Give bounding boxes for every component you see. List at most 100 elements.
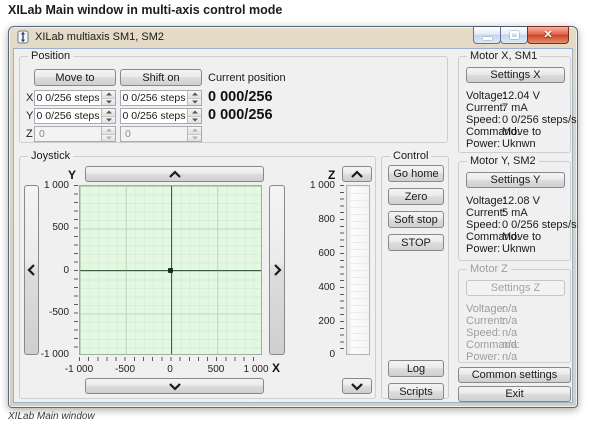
- maximize-button[interactable]: [500, 26, 528, 44]
- scripts-button[interactable]: Scripts: [388, 383, 444, 400]
- x-tick-label: 500: [208, 364, 225, 375]
- current-position-y-value: 0 000/256: [208, 107, 273, 123]
- spin-down-button[interactable]: [188, 116, 201, 124]
- maximize-icon: [510, 31, 519, 39]
- joystick-right-button[interactable]: [269, 185, 285, 355]
- titlebar[interactable]: XILab multiaxis SM1, SM2 ✕: [9, 27, 577, 48]
- y-tick-label: -1 000: [41, 349, 69, 360]
- spin-down-button[interactable]: [102, 116, 115, 124]
- joystick-down-button[interactable]: [85, 378, 264, 394]
- common-settings-button[interactable]: Common settings: [458, 367, 571, 383]
- spin-down-button: [102, 134, 115, 142]
- spin-value: 0: [35, 127, 101, 141]
- info-value: n/a: [502, 315, 517, 327]
- joystick-plot[interactable]: [79, 185, 262, 355]
- motor-y-group: Motor Y, SM2 Settings Y Voltage:12.08 V …: [458, 161, 571, 261]
- z-tick-label: 0: [329, 349, 335, 360]
- position-group: Position Move to Shift on Current positi…: [19, 56, 448, 143]
- close-button[interactable]: ✕: [527, 26, 569, 44]
- joystick-group-label: Joystick: [28, 150, 73, 163]
- move-to-button[interactable]: Move to: [34, 69, 116, 86]
- info-label: Current:: [466, 207, 506, 219]
- chevron-left-icon: [27, 263, 36, 277]
- move-to-y-spinbox[interactable]: 0 0/256 steps: [34, 108, 116, 124]
- spin-value: 0 0/256 steps: [35, 109, 101, 123]
- settings-x-button[interactable]: Settings X: [466, 67, 565, 83]
- chevron-right-icon: [273, 263, 282, 277]
- app-window: XILab multiaxis SM1, SM2 ✕ Position Move…: [8, 26, 578, 408]
- window-title: XILab multiaxis SM1, SM2: [35, 31, 164, 43]
- spin-value: 0 0/256 steps: [121, 109, 187, 123]
- info-label: Voltage:: [466, 303, 506, 315]
- shift-on-x-spinbox[interactable]: 0 0/256 steps: [120, 90, 202, 106]
- position-row-x: X 0 0/256 steps 0 0/256 steps 0 000/256: [20, 90, 447, 106]
- info-value: n/a: [502, 339, 517, 351]
- close-icon: ✕: [543, 30, 552, 41]
- info-value: Move to: [502, 231, 541, 243]
- joystick-y-axis-name: Y: [68, 168, 76, 182]
- position-row-z: Z 0 0: [20, 126, 447, 142]
- motor-y-group-label: Motor Y, SM2: [467, 155, 539, 168]
- spin-down-button[interactable]: [102, 98, 115, 106]
- info-value: n/a: [502, 303, 517, 315]
- joystick-position-marker[interactable]: [168, 268, 173, 273]
- x-tick-label: -1 000: [65, 364, 93, 375]
- spin-down-button: [188, 134, 201, 142]
- stop-button[interactable]: STOP: [388, 234, 444, 251]
- exit-button[interactable]: Exit: [458, 386, 571, 402]
- spin-down-button[interactable]: [188, 98, 201, 106]
- info-label: Voltage:: [466, 195, 506, 207]
- axis-x-label: X: [26, 92, 33, 104]
- spin-value: 0 0/256 steps: [121, 91, 187, 105]
- shift-on-button[interactable]: Shift on: [120, 69, 202, 86]
- log-button[interactable]: Log: [388, 360, 444, 377]
- page-title: XILab Main window in multi-axis control …: [8, 3, 282, 17]
- x-tick-label: 0: [167, 364, 173, 375]
- info-label: Power:: [466, 351, 500, 363]
- shift-on-y-spinbox[interactable]: 0 0/256 steps: [120, 108, 202, 124]
- current-position-x-value: 0 000/256: [208, 89, 273, 105]
- zero-button[interactable]: Zero: [388, 188, 444, 205]
- x-axis-ticks: [79, 357, 262, 361]
- info-value: n/a: [502, 351, 517, 363]
- info-label: Power:: [466, 243, 500, 255]
- info-value: 12.04 V: [502, 90, 540, 102]
- z-tick-label: 400: [318, 282, 335, 293]
- chevron-up-icon: [350, 170, 364, 179]
- move-to-x-spinbox[interactable]: 0 0/256 steps: [34, 90, 116, 106]
- joystick-group: Joystick Y 1 000 500 0 -500 -1 000: [19, 156, 376, 399]
- z-tick-label: 600: [318, 248, 335, 259]
- axis-z-label: Z: [26, 128, 33, 140]
- info-value: n/a: [502, 327, 517, 339]
- info-value: 5 mA: [502, 207, 528, 219]
- joystick-x-axis-name: X: [272, 361, 280, 375]
- go-home-button[interactable]: Go home: [388, 165, 444, 182]
- joystick-left-button[interactable]: [24, 185, 39, 355]
- minimize-button[interactable]: [473, 26, 501, 44]
- spin-value: 0 0/256 steps: [35, 91, 101, 105]
- info-label: Speed:: [466, 327, 501, 339]
- z-up-button[interactable]: [342, 166, 372, 182]
- info-label: Power:: [466, 138, 500, 150]
- motor-z-group: Motor Z Settings Z Voltage:n/a Current:n…: [458, 269, 571, 363]
- soft-stop-button[interactable]: Soft stop: [388, 211, 444, 228]
- y-tick-label: 500: [52, 222, 69, 233]
- info-value: Uknwn: [502, 138, 536, 150]
- motor-x-group-label: Motor X, SM1: [467, 50, 540, 63]
- info-label: Current:: [466, 315, 506, 327]
- motor-x-group: Motor X, SM1 Settings X Voltage:12.04 V …: [458, 56, 571, 153]
- info-label: Speed:: [466, 114, 501, 126]
- joystick-up-button[interactable]: [85, 166, 264, 182]
- chevron-down-icon: [168, 382, 182, 391]
- z-slider[interactable]: [346, 185, 370, 355]
- z-tick-label: 1 000: [310, 180, 335, 191]
- z-down-button[interactable]: [342, 378, 372, 394]
- info-value: Move to: [502, 126, 541, 138]
- control-group: Control Go home Zero Soft stop STOP Log …: [381, 156, 449, 399]
- figure-caption: XILab Main window: [8, 411, 95, 422]
- info-value: 0 0/256 steps/s: [502, 219, 577, 231]
- control-group-label: Control: [390, 150, 431, 163]
- y-axis-ticks: [74, 185, 78, 355]
- settings-y-button[interactable]: Settings Y: [466, 172, 565, 188]
- info-value: 7 mA: [502, 102, 528, 114]
